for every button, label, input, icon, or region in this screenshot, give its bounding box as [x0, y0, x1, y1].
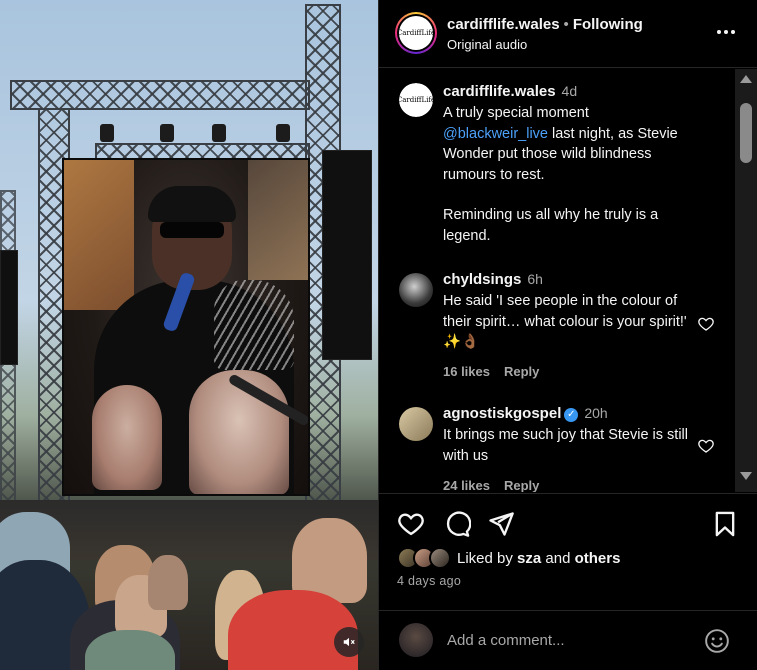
story-ring[interactable]: CardiffLife — [395, 12, 437, 54]
crowd-person — [85, 630, 175, 670]
avatar — [429, 547, 451, 569]
liked-by-text: Liked by sza and others — [457, 549, 621, 567]
audio-link[interactable]: Original audio — [447, 37, 527, 52]
video-screen — [62, 158, 310, 496]
action-bar: Liked by sza and others 4 days ago — [379, 493, 757, 610]
share-icon[interactable] — [487, 510, 515, 538]
avatar[interactable] — [399, 273, 433, 307]
stage-light — [100, 124, 114, 142]
bookmark-icon[interactable] — [711, 510, 739, 538]
caption-text: A truly special moment @blackweir_live l… — [443, 105, 678, 183]
post-header: CardiffLife cardifflife.wales • Following … — [379, 0, 757, 68]
comment-time: 6h — [527, 271, 543, 287]
speaker-muted-icon — [343, 637, 355, 647]
comment-input[interactable] — [447, 629, 687, 651]
comment-likes[interactable]: 16 likes — [443, 364, 490, 379]
scroll-up-icon[interactable] — [740, 75, 752, 83]
liked-by-others-link[interactable]: others — [575, 550, 621, 567]
speaker-stack — [322, 150, 372, 360]
comment-username[interactable]: agnostiskgospel — [443, 405, 561, 422]
avatar — [399, 623, 433, 657]
stage-truss — [10, 80, 310, 110]
verified-badge-icon: ✓ — [564, 408, 579, 422]
more-options-button[interactable] — [713, 22, 739, 42]
post-panel: CardiffLife cardifflife.wales • Following … — [378, 0, 757, 670]
scrollbar[interactable] — [735, 69, 757, 492]
reply-button[interactable]: Reply — [504, 478, 539, 492]
comment-text: It brings me such joy that Stevie is sti… — [443, 427, 688, 464]
heart-icon[interactable] — [397, 510, 425, 538]
comment-icon[interactable] — [443, 510, 471, 538]
avatar[interactable]: CardiffLife — [399, 83, 433, 117]
header-title-row: cardifflife.wales • Following — [447, 16, 643, 33]
crowd-person — [148, 555, 188, 610]
comment-meta: 24 likes Reply — [443, 478, 553, 492]
stage-light — [276, 124, 290, 142]
video-player[interactable] — [0, 0, 378, 670]
scroll-down-icon[interactable] — [740, 472, 752, 480]
following-button[interactable]: Following — [573, 16, 643, 33]
stage-light — [160, 124, 174, 142]
more-options-icon — [717, 30, 721, 34]
comment-time: 20h — [584, 405, 608, 421]
stage-light — [212, 124, 226, 142]
liked-by-user-link[interactable]: sza — [517, 550, 541, 567]
comments-list[interactable]: CardiffLife cardifflife.wales 4d A truly … — [379, 69, 734, 492]
liked-by-row[interactable]: Liked by sza and others — [397, 546, 620, 570]
separator: • — [563, 16, 569, 33]
emoji-icon[interactable] — [704, 628, 730, 654]
post-date[interactable]: 4 days ago — [397, 574, 461, 588]
comment-meta: 16 likes Reply — [443, 364, 553, 379]
comment-likes[interactable]: 24 likes — [443, 478, 490, 492]
avatar[interactable] — [399, 407, 433, 441]
mute-button[interactable] — [334, 627, 364, 657]
caption-text-2: Reminding us all why he truly is a legen… — [443, 207, 659, 244]
mention-link[interactable]: @blackweir_live — [443, 126, 548, 142]
speaker-stack — [0, 250, 18, 365]
comment-composer — [379, 610, 757, 670]
heart-icon[interactable] — [697, 315, 715, 333]
comment-text: He said 'I see people in the colour of t… — [443, 293, 687, 350]
caption-username[interactable]: cardifflife.wales — [443, 83, 556, 100]
scroll-thumb[interactable] — [740, 103, 752, 163]
reply-button[interactable]: Reply — [504, 364, 539, 379]
comment-username[interactable]: chyldsings — [443, 271, 521, 288]
caption-time: 4d — [561, 83, 578, 99]
avatar: CardiffLife — [397, 16, 435, 50]
heart-icon[interactable] — [697, 437, 715, 455]
header-username[interactable]: cardifflife.wales — [447, 16, 560, 33]
